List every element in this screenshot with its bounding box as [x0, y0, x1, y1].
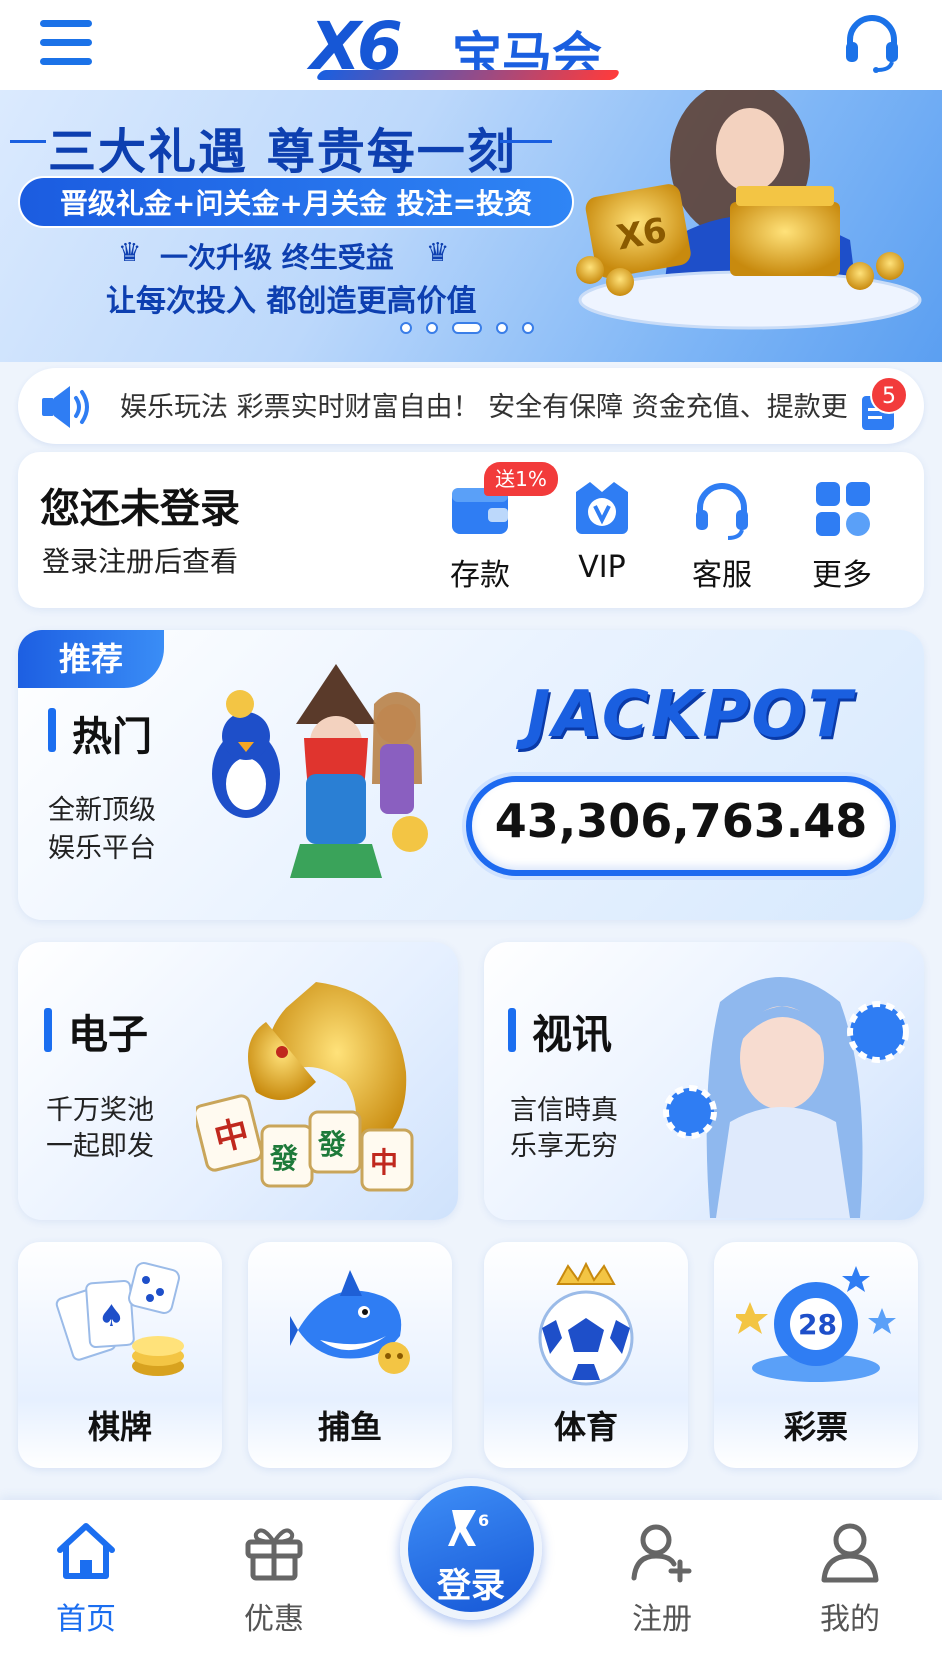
headset-icon [846, 15, 898, 73]
svg-text:發: 發 [317, 1128, 346, 1161]
electronic-desc-line-1: 千万奖池 [46, 1095, 154, 1126]
jackpot-amount: 43,306,763.48 [494, 794, 868, 848]
lottery-label: 彩票 [783, 1408, 848, 1446]
svg-text:X6: X6 [614, 210, 670, 258]
logo-swoosh [315, 70, 621, 80]
banner-model-gold-illustration: X6 [576, 90, 922, 330]
hot-desc-line-2: 娱乐平台 [48, 833, 156, 864]
nav-register-label: 注册 [632, 1602, 692, 1637]
menu-icon [40, 20, 92, 27]
vip-button[interactable]: VIP [550, 476, 650, 596]
game-characters-illustration [212, 664, 428, 878]
unread-count-badge: 5 [870, 376, 908, 414]
support-button[interactable]: 客服 [670, 476, 770, 596]
crown-icon: ♛ [118, 238, 142, 268]
pager-dot[interactable] [426, 322, 438, 334]
live-dealer-illustration [663, 977, 909, 1218]
crown-icon: ♛ [426, 238, 450, 268]
fishing-label: 捕鱼 [317, 1408, 382, 1446]
home-icon [57, 1523, 115, 1579]
svg-text:♠: ♠ [98, 1299, 125, 1334]
cards-chips-icon: ♠ [55, 1262, 184, 1376]
login-status-subtitle[interactable]: 登录注册后查看 [42, 540, 238, 580]
login-center-label: 登录 [437, 1566, 505, 1606]
grid-icon [816, 482, 870, 536]
svg-text:28: 28 [798, 1308, 837, 1341]
golden-dragon-illustration: 中 發 發 中 [196, 982, 414, 1192]
gift-icon [245, 1528, 303, 1581]
headset-icon [696, 483, 748, 540]
banner-decoration [500, 140, 552, 143]
lottery-ball-icon: 28 [736, 1266, 896, 1382]
login-status-title[interactable]: 您还未登录 [40, 476, 240, 534]
title-accent-bar [44, 1008, 52, 1052]
nav-promotions[interactable]: 优惠 [214, 1512, 334, 1637]
banner-line-3: 一次升级 终生受益 [160, 241, 394, 274]
notice-marquee-text: 娱乐玩法 彩票实时财富自由！ 安全有保障 资金充值、提款更 [120, 392, 848, 423]
banner-title: 三大礼遇 尊贵每一刻 [48, 124, 517, 180]
user-icon [821, 1523, 879, 1583]
live-desc-line-1: 言信時真 [510, 1095, 618, 1126]
nav-home[interactable]: 首页 [26, 1512, 146, 1637]
vip-shield-icon [576, 482, 628, 534]
pager-dot[interactable] [522, 322, 534, 334]
menu-button[interactable] [36, 14, 96, 72]
recommend-tag: 推荐 [18, 630, 164, 688]
support-label: 客服 [692, 558, 752, 593]
nav-profile-label: 我的 [820, 1602, 880, 1637]
more-label: 更多 [812, 558, 872, 593]
live-desc-line-2: 乐享无穷 [510, 1131, 618, 1162]
deposit-bonus-badge: 送1% [484, 462, 558, 496]
svg-text:中: 中 [370, 1146, 398, 1179]
banner-decoration [10, 140, 46, 143]
svg-text:6: 6 [478, 1511, 489, 1530]
speaker-icon [42, 386, 89, 428]
nav-promotions-label: 优惠 [244, 1602, 304, 1637]
chess-label: 棋牌 [87, 1408, 152, 1446]
hot-title: 热门 [72, 714, 152, 760]
title-accent-bar [508, 1008, 516, 1052]
menu-icon-bar [40, 58, 92, 65]
pager-dot[interactable] [400, 322, 412, 334]
banner-pill-text: 晋级礼金+问关金+月关金 投注=投资 [18, 176, 574, 228]
hot-desc-line-1: 全新顶级 [48, 795, 156, 826]
more-button[interactable]: 更多 [790, 476, 890, 596]
electronic-title: 电子 [68, 1012, 148, 1058]
brand-mark-icon: 6 [448, 1510, 489, 1546]
nav-home-label: 首页 [56, 1602, 116, 1637]
promo-banner[interactable]: 三大礼遇 尊贵每一刻 晋级礼金+问关金+月关金 投注=投资 ♛ 一次升级 终生受… [0, 90, 942, 362]
vip-label: VIP [578, 550, 626, 585]
nav-profile[interactable]: 我的 [790, 1512, 910, 1637]
nav-register[interactable]: 注册 [602, 1512, 722, 1637]
menu-icon-bar [40, 39, 92, 46]
add-user-icon [631, 1524, 692, 1583]
customer-service-button[interactable] [840, 10, 904, 74]
deposit-label: 存款 [450, 558, 510, 593]
pager-dot-active[interactable] [452, 322, 482, 334]
shark-icon [290, 1270, 410, 1374]
title-accent-bar [48, 708, 56, 752]
soccer-ball-icon [538, 1262, 634, 1386]
svg-text:發: 發 [269, 1142, 298, 1175]
sports-label: 体育 [553, 1408, 618, 1446]
jackpot-label: JACKPOT [526, 678, 854, 752]
electronic-desc-line-2: 一起即发 [46, 1131, 154, 1162]
banner-line-4: 让每次投入 都创造更高价值 [106, 284, 477, 319]
live-title: 视讯 [532, 1012, 612, 1058]
brand-logo[interactable]: X6 宝马会 [310, 8, 640, 86]
pager-dot[interactable] [496, 322, 508, 334]
